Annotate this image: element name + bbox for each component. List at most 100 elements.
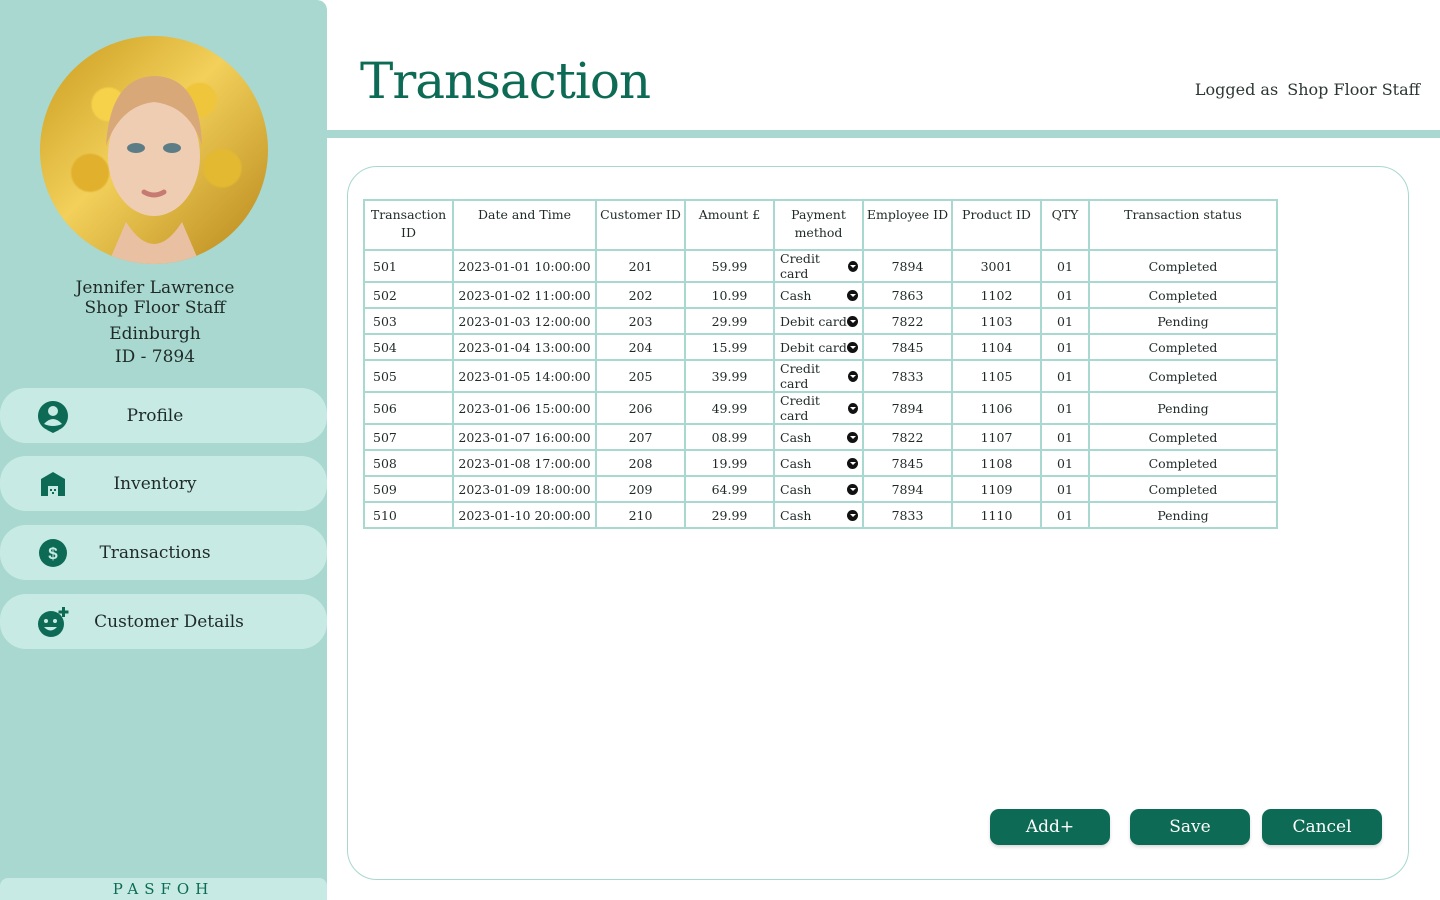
table-row[interactable]: 508 2023-01-08 17:00:00 208 19.99 Cash 7845 11… [363,449,1278,477]
chevron-down-icon[interactable] [847,315,858,327]
logged-as-role: Shop Floor Staff [1287,80,1420,99]
chevron-down-icon[interactable] [847,402,858,414]
payment-method-value: Credit card [780,361,820,391]
table-row[interactable]: 510 2023-01-10 20:00:00 210 29.99 Cash 7833 11… [363,501,1278,529]
table-cell: 501 [363,249,454,283]
add-button[interactable]: Add+ [990,809,1110,845]
payment-method-dropdown[interactable]: Debit card [777,340,858,355]
payment-method-dropdown[interactable]: Cash [777,508,858,523]
table-cell: 508 [363,449,454,477]
payment-method-select[interactable]: Cash [773,449,864,477]
chevron-down-icon[interactable] [847,341,858,353]
payment-method-dropdown[interactable]: Cash [777,482,858,497]
table-cell: 01 [1040,449,1090,477]
table-cell: 201 [595,249,686,283]
payment-method-value: Cash [780,507,812,523]
column-header[interactable]: Payment method [773,199,864,251]
table-cell: 208 [595,449,686,477]
payment-method-value: Debit card [780,339,847,355]
sidebar-item-customer-details[interactable]: Customer Details [0,594,327,649]
table-cell: 3001 [951,249,1042,283]
sidebar-item-label: Profile [126,405,184,426]
table-row[interactable]: 503 2023-01-03 12:00:00 203 29.99 Debit card… [363,307,1278,335]
sidebar-item-inventory[interactable]: Inventory [0,456,327,511]
payment-method-dropdown[interactable]: Credit card [777,251,858,281]
chevron-down-icon[interactable] [847,431,858,443]
save-button[interactable]: Save [1130,809,1250,845]
payment-method-dropdown[interactable]: Cash [777,456,858,471]
table-row[interactable]: 501 2023-01-01 10:00:00 201 59.99 Credit car… [363,249,1278,283]
table-cell: 7822 [862,423,953,451]
table-cell: Completed [1088,475,1278,503]
table-header-row: Transaction ID Date and Time Customer ID… [363,199,1278,251]
column-header[interactable]: Amount £ [684,199,775,251]
column-header[interactable]: QTY [1040,199,1090,251]
table-cell: 7822 [862,307,953,335]
table-cell: 01 [1040,475,1090,503]
table-row[interactable]: 509 2023-01-09 18:00:00 209 64.99 Cash 7894 11… [363,475,1278,503]
payment-method-value: Cash [780,455,812,471]
column-header[interactable]: Product ID [951,199,1042,251]
chevron-down-icon[interactable] [847,289,858,301]
payment-method-select[interactable]: Credit card [773,249,864,283]
table-row[interactable]: 504 2023-01-04 13:00:00 204 15.99 Debit card… [363,333,1278,361]
sidebar-item-transactions[interactable]: $ Transactions [0,525,327,580]
payment-method-select[interactable]: Cash [773,423,864,451]
payment-method-select[interactable]: Debit card [773,333,864,361]
payment-method-dropdown[interactable]: Cash [777,288,858,303]
chevron-down-icon[interactable] [847,483,858,495]
table-row[interactable]: 502 2023-01-02 11:00:00 202 10.99 Cash 7863 11… [363,281,1278,309]
table-cell: Completed [1088,333,1278,361]
payment-method-dropdown[interactable]: Credit card [777,361,858,391]
table-cell: 510 [363,501,454,529]
table-cell: 2023-01-02 11:00:00 [452,281,597,309]
payment-method-select[interactable]: Cash [773,281,864,309]
table-cell: 1107 [951,423,1042,451]
payment-method-select[interactable]: Credit card [773,391,864,425]
payment-method-dropdown[interactable]: Debit card [777,314,858,329]
table-cell: 507 [363,423,454,451]
payment-method-select[interactable]: Cash [773,501,864,529]
payment-method-dropdown[interactable]: Cash [777,430,858,445]
table-cell: 64.99 [684,475,775,503]
table-cell: 49.99 [684,391,775,425]
sidebar-item-label: Customer Details [94,611,244,632]
payment-method-select[interactable]: Credit card [773,359,864,393]
payment-method-select[interactable]: Cash [773,475,864,503]
table-cell: 1103 [951,307,1042,335]
payment-method-value: Credit card [780,251,820,281]
payment-method-select[interactable]: Debit card [773,307,864,335]
table-cell: Pending [1088,501,1278,529]
table-cell: 01 [1040,423,1090,451]
chevron-down-icon[interactable] [847,457,858,469]
profile-location: Edinburgh [109,324,201,344]
column-header[interactable]: Employee ID [862,199,953,251]
table-row[interactable]: 505 2023-01-05 14:00:00 205 39.99 Credit car… [363,359,1278,393]
table-cell: 01 [1040,391,1090,425]
table-cell: 209 [595,475,686,503]
column-header[interactable]: Transaction ID [363,199,454,251]
column-header[interactable]: Transaction status [1088,199,1278,251]
chevron-down-icon[interactable] [847,370,858,382]
brand-logo: PASFOH [0,878,327,900]
table-cell: 210 [595,501,686,529]
table-row[interactable]: 506 2023-01-06 15:00:00 206 49.99 Credit car… [363,391,1278,425]
column-header[interactable]: Customer ID [595,199,686,251]
table-cell: 1104 [951,333,1042,361]
table-cell: 7863 [862,281,953,309]
table-cell: 29.99 [684,307,775,335]
table-cell: 203 [595,307,686,335]
logged-as-status: Logged as Shop Floor Staff [1191,80,1420,99]
column-header[interactable]: Date and Time [452,199,597,251]
table-cell: 506 [363,391,454,425]
chevron-down-icon[interactable] [847,509,858,521]
payment-method-dropdown[interactable]: Credit card [777,393,858,423]
table-cell: 2023-01-08 17:00:00 [452,449,597,477]
table-row[interactable]: 507 2023-01-07 16:00:00 207 08.99 Cash 7822 11… [363,423,1278,451]
sidebar-item-profile[interactable]: Profile [0,388,327,443]
chevron-down-icon[interactable] [847,260,858,272]
transactions-table: Transaction ID Date and Time Customer ID… [363,199,1278,529]
cancel-button[interactable]: Cancel [1262,809,1382,845]
table-cell: 205 [595,359,686,393]
table-cell: 1105 [951,359,1042,393]
